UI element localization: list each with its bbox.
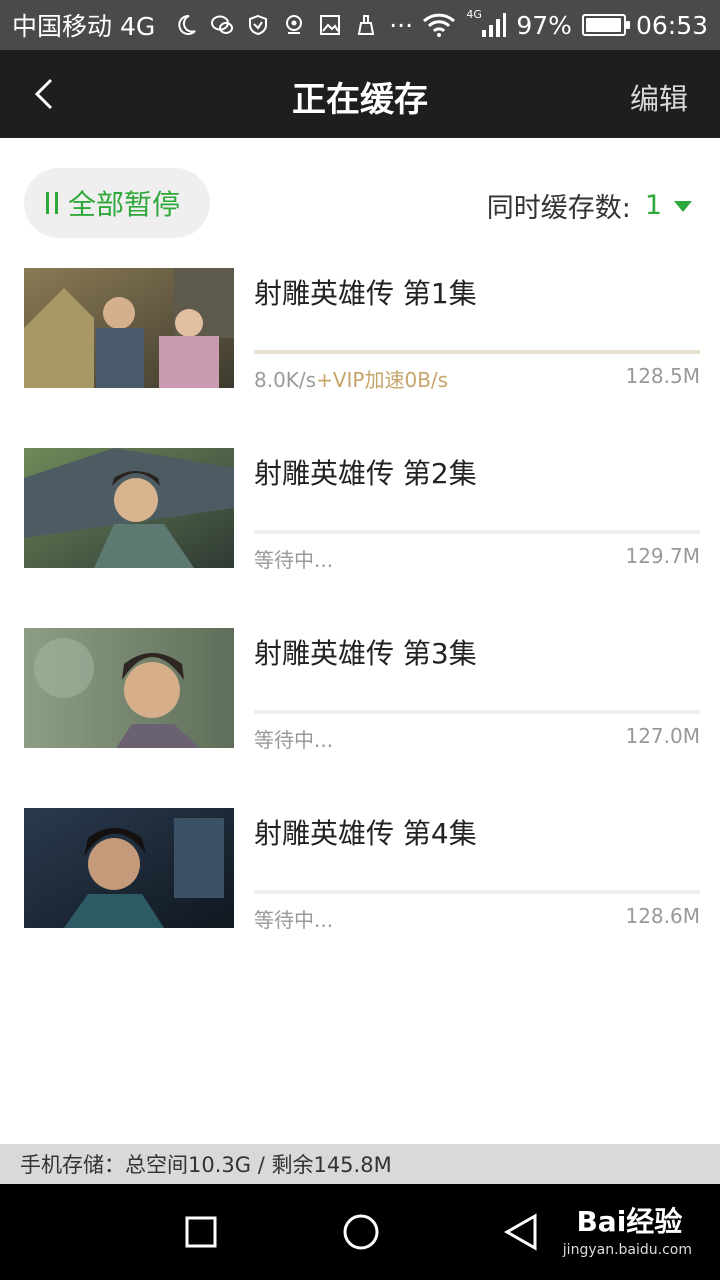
download-progress-bar (254, 710, 700, 714)
episode-thumbnail (24, 448, 234, 568)
edit-button[interactable]: 编辑 (630, 76, 688, 118)
episode-title: 射雕英雄传 第4集 (254, 817, 477, 850)
vpn-icon (245, 12, 271, 38)
concurrent-label: 同时缓存数: (486, 193, 631, 224)
download-status: 等待中... (254, 728, 334, 752)
concurrent-value: 1 (644, 190, 662, 221)
download-item-1[interactable]: 射雕英雄传 第1集 8.0K/s+VIP加速0B/s 128.5M (0, 268, 720, 392)
episode-title: 射雕英雄传 第2集 (254, 457, 477, 490)
download-status: 8.0K/s+VIP加速0B/s (254, 364, 448, 393)
file-size: 128.5M (625, 364, 700, 388)
download-item-4[interactable]: 射雕英雄传 第4集 等待中... 128.6M (0, 808, 720, 932)
file-size: 127.0M (625, 724, 700, 748)
circle-icon (343, 1214, 379, 1250)
storage-info: 手机存储：总空间10.3G / 剩余145.8M (0, 1144, 720, 1184)
download-item-2[interactable]: 射雕英雄传 第2集 等待中... 129.7M (0, 448, 720, 572)
home-button[interactable] (335, 1206, 387, 1258)
watermark-brand: Bai经验 (576, 1205, 683, 1238)
back-nav-button[interactable] (495, 1206, 547, 1258)
gallery-icon (317, 12, 343, 38)
triangle-back-icon (503, 1213, 537, 1251)
file-size: 129.7M (625, 544, 700, 568)
download-progress-bar (254, 890, 700, 894)
signal-icon: 4G (466, 8, 507, 38)
clock: 06:53 (635, 10, 708, 40)
pause-icon (46, 192, 58, 214)
vip-speed: +VIP加速0B/s (316, 368, 449, 392)
watermark-url: jingyan.baidu.com (562, 1242, 692, 1258)
title-bar: 正在缓存 编辑 (0, 50, 720, 138)
broom-icon (353, 12, 379, 38)
page-title: 正在缓存 (292, 80, 428, 120)
pause-all-label: 全部暂停 (68, 188, 181, 221)
baidu-jingyan-watermark: Bai经验 jingyan.baidu.com (563, 1200, 692, 1258)
episode-title: 射雕英雄传 第1集 (254, 277, 477, 310)
recent-apps-button[interactable] (175, 1206, 227, 1258)
download-status: 等待中... (254, 548, 334, 572)
download-progress-bar (254, 350, 700, 354)
status-bar: 中国移动 4G ··· 4G 97% 06:53 (0, 0, 720, 50)
square-icon (185, 1216, 217, 1248)
file-size: 128.6M (625, 904, 700, 928)
battery-icon (581, 14, 630, 36)
network-badge: 4G (466, 8, 482, 21)
episode-title: 射雕英雄传 第3集 (254, 637, 477, 670)
more-dots-icon: ··· (389, 10, 414, 40)
download-item-3[interactable]: 射雕英雄传 第3集 等待中... 127.0M (0, 628, 720, 752)
battery-percent: 97% (516, 10, 572, 40)
dropdown-arrow-icon (674, 201, 692, 212)
download-speed: 8.0K/s (254, 368, 317, 392)
concurrent-downloads-selector[interactable]: 同时缓存数: 1 (487, 186, 692, 225)
episode-thumbnail (24, 628, 234, 748)
carrier-label: 中国移动 4G (12, 12, 156, 41)
system-nav-bar: Bai经验 jingyan.baidu.com (0, 1184, 720, 1280)
location-icon (281, 12, 307, 38)
wechat-icon (209, 12, 235, 38)
moon-icon (173, 12, 199, 38)
download-progress-bar (254, 530, 700, 534)
download-status: 等待中... (254, 908, 334, 932)
episode-thumbnail (24, 268, 234, 388)
episode-thumbnail (24, 808, 234, 928)
pause-all-button[interactable]: 全部暂停 (24, 168, 210, 238)
wifi-icon (422, 12, 456, 38)
